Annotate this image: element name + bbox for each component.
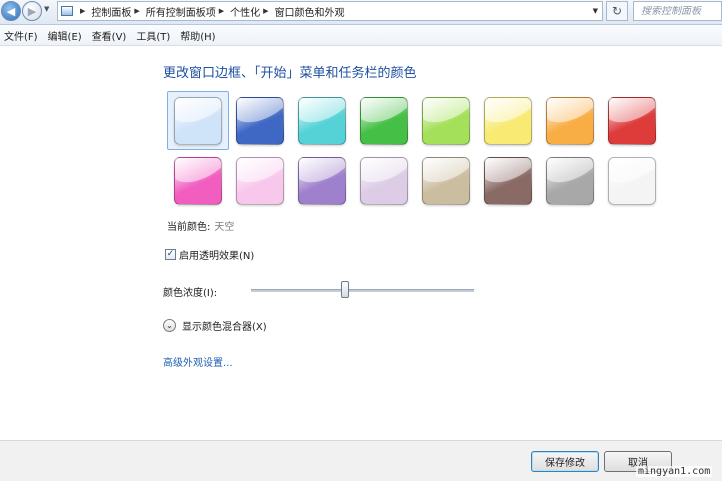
breadcrumb-arrow-icon[interactable]: ▶ xyxy=(219,7,224,15)
color-swatch[interactable] xyxy=(236,97,284,145)
color-swatch-cell[interactable] xyxy=(167,91,229,151)
search-input[interactable] xyxy=(641,5,713,17)
color-mixer-label[interactable]: 显示颜色混合器(X) xyxy=(182,318,267,333)
color-mixer-toggle-row[interactable]: ⌄ 显示颜色混合器(X) xyxy=(163,318,267,333)
expand-chevron-icon[interactable]: ⌄ xyxy=(163,319,176,332)
color-swatch-cell[interactable] xyxy=(477,151,539,211)
address-dropdown-icon[interactable]: ▼ xyxy=(593,7,598,15)
advanced-appearance-link[interactable]: 高级外观设置... xyxy=(163,354,233,369)
transparency-checkbox[interactable]: ✓ xyxy=(165,249,176,260)
color-swatch[interactable] xyxy=(298,157,346,205)
chevron-down-icon: ▼ xyxy=(44,5,50,13)
color-intensity-label: 颜色浓度(I): xyxy=(163,288,218,299)
menu-tools[interactable]: 工具(T) xyxy=(131,28,175,43)
menu-file[interactable]: 文件(F) xyxy=(0,28,43,43)
menu-view[interactable]: 查看(V) xyxy=(87,28,132,43)
refresh-button[interactable]: ↻ xyxy=(606,1,628,21)
color-swatch-cell[interactable] xyxy=(291,91,353,151)
menu-edit[interactable]: 编辑(E) xyxy=(43,28,87,43)
color-swatch[interactable] xyxy=(174,157,222,205)
page-title: 更改窗口边框、「开始」菜单和任务栏的颜色 xyxy=(163,66,417,81)
color-swatch[interactable] xyxy=(298,97,346,145)
search-box[interactable] xyxy=(633,1,722,21)
transparency-option[interactable]: ✓ 启用透明效果(N) xyxy=(165,247,254,262)
color-swatch-cell[interactable] xyxy=(539,91,601,151)
back-arrow-icon: ◀ xyxy=(6,4,16,18)
breadcrumb-item[interactable]: 控制面板 xyxy=(91,4,131,19)
color-swatch-cell[interactable] xyxy=(167,151,229,211)
color-swatch[interactable] xyxy=(484,157,532,205)
control-panel-icon xyxy=(61,6,73,16)
color-swatch-cell[interactable] xyxy=(229,151,291,211)
transparency-label[interactable]: 启用透明效果(N) xyxy=(179,247,254,262)
current-color-row: 当前颜色: 天空 xyxy=(167,218,234,233)
color-swatch-cell[interactable] xyxy=(229,91,291,151)
address-box[interactable]: ▶ 控制面板 ▶ 所有控制面板项 ▶ 个性化 ▶ 窗口颜色和外观 ▼ xyxy=(57,1,603,21)
color-swatch[interactable] xyxy=(546,157,594,205)
breadcrumb-arrow-icon[interactable]: ▶ xyxy=(134,7,139,15)
color-swatch-grid xyxy=(167,91,667,211)
color-swatch-cell[interactable] xyxy=(415,91,477,151)
current-color-value: 天空 xyxy=(214,222,235,233)
refresh-icon: ↻ xyxy=(611,4,623,18)
color-swatch[interactable] xyxy=(608,97,656,145)
color-swatch[interactable] xyxy=(546,97,594,145)
color-swatch[interactable] xyxy=(422,97,470,145)
color-swatch[interactable] xyxy=(236,157,284,205)
color-swatch-cell[interactable] xyxy=(477,91,539,151)
color-swatch[interactable] xyxy=(360,97,408,145)
breadcrumb-arrow-icon[interactable]: ▶ xyxy=(263,7,268,15)
breadcrumb-item[interactable]: 个性化 xyxy=(230,4,260,19)
color-swatch[interactable] xyxy=(484,97,532,145)
color-swatch-cell[interactable] xyxy=(353,151,415,211)
color-swatch[interactable] xyxy=(174,97,222,145)
color-intensity-slider[interactable] xyxy=(251,289,474,292)
color-swatch-cell[interactable] xyxy=(353,91,415,151)
color-swatch-cell[interactable] xyxy=(291,151,353,211)
breadcrumb-item[interactable]: 窗口颜色和外观 xyxy=(275,4,345,19)
color-swatch-cell[interactable] xyxy=(601,91,663,151)
back-button[interactable]: ◀ xyxy=(1,1,21,21)
watermark: mingyan1.com xyxy=(636,466,713,477)
footer-bar: 保存修改 取消 xyxy=(0,440,722,481)
breadcrumb-item[interactable]: 所有控制面板项 xyxy=(146,4,216,19)
checkmark-icon: ✓ xyxy=(166,249,175,259)
breadcrumb-arrow-icon[interactable]: ▶ xyxy=(80,7,85,15)
menu-help[interactable]: 帮助(H) xyxy=(175,28,220,43)
save-changes-button[interactable]: 保存修改 xyxy=(531,451,599,472)
color-swatch[interactable] xyxy=(608,157,656,205)
menu-bar: 文件(F) 编辑(E) 查看(V) 工具(T) 帮助(H) xyxy=(0,25,722,46)
recent-pages-dropdown[interactable]: ▼ xyxy=(44,5,49,13)
color-swatch-cell[interactable] xyxy=(601,151,663,211)
color-swatch[interactable] xyxy=(422,157,470,205)
color-swatch-cell[interactable] xyxy=(539,151,601,211)
current-color-label: 当前颜色: xyxy=(167,222,211,233)
color-swatch-cell[interactable] xyxy=(415,151,477,211)
forward-arrow-icon: ▶ xyxy=(27,4,37,18)
address-bar: ◀ ▶ ▼ ▶ 控制面板 ▶ 所有控制面板项 ▶ 个性化 ▶ 窗口颜色和外观 ▼… xyxy=(0,0,722,25)
color-swatch[interactable] xyxy=(360,157,408,205)
forward-button[interactable]: ▶ xyxy=(22,1,42,21)
color-intensity-slider-thumb[interactable] xyxy=(340,281,349,298)
